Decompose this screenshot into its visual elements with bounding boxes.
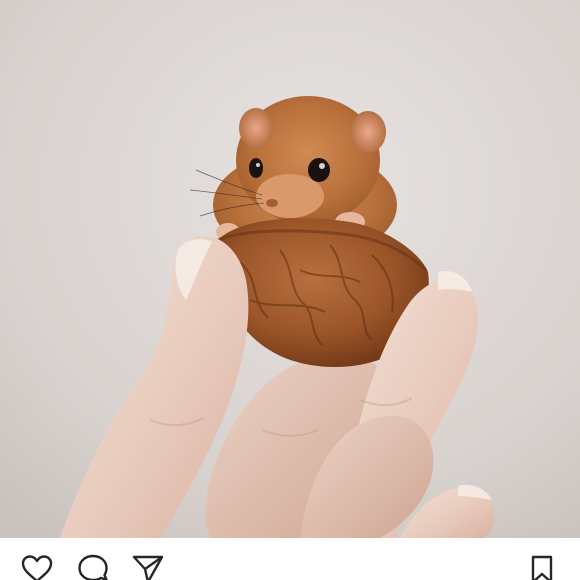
comment-button[interactable] [76,554,110,580]
post-photo[interactable] [0,0,580,538]
save-button[interactable] [527,554,557,580]
share-button[interactable] [131,554,165,580]
paper-plane-icon [132,555,164,580]
heart-outline-icon [21,555,53,580]
speech-bubble-icon [78,554,108,580]
post-action-bar [0,538,580,580]
like-button[interactable] [20,554,54,580]
instagram-post [0,0,580,580]
bookmark-outline-icon [531,555,553,580]
